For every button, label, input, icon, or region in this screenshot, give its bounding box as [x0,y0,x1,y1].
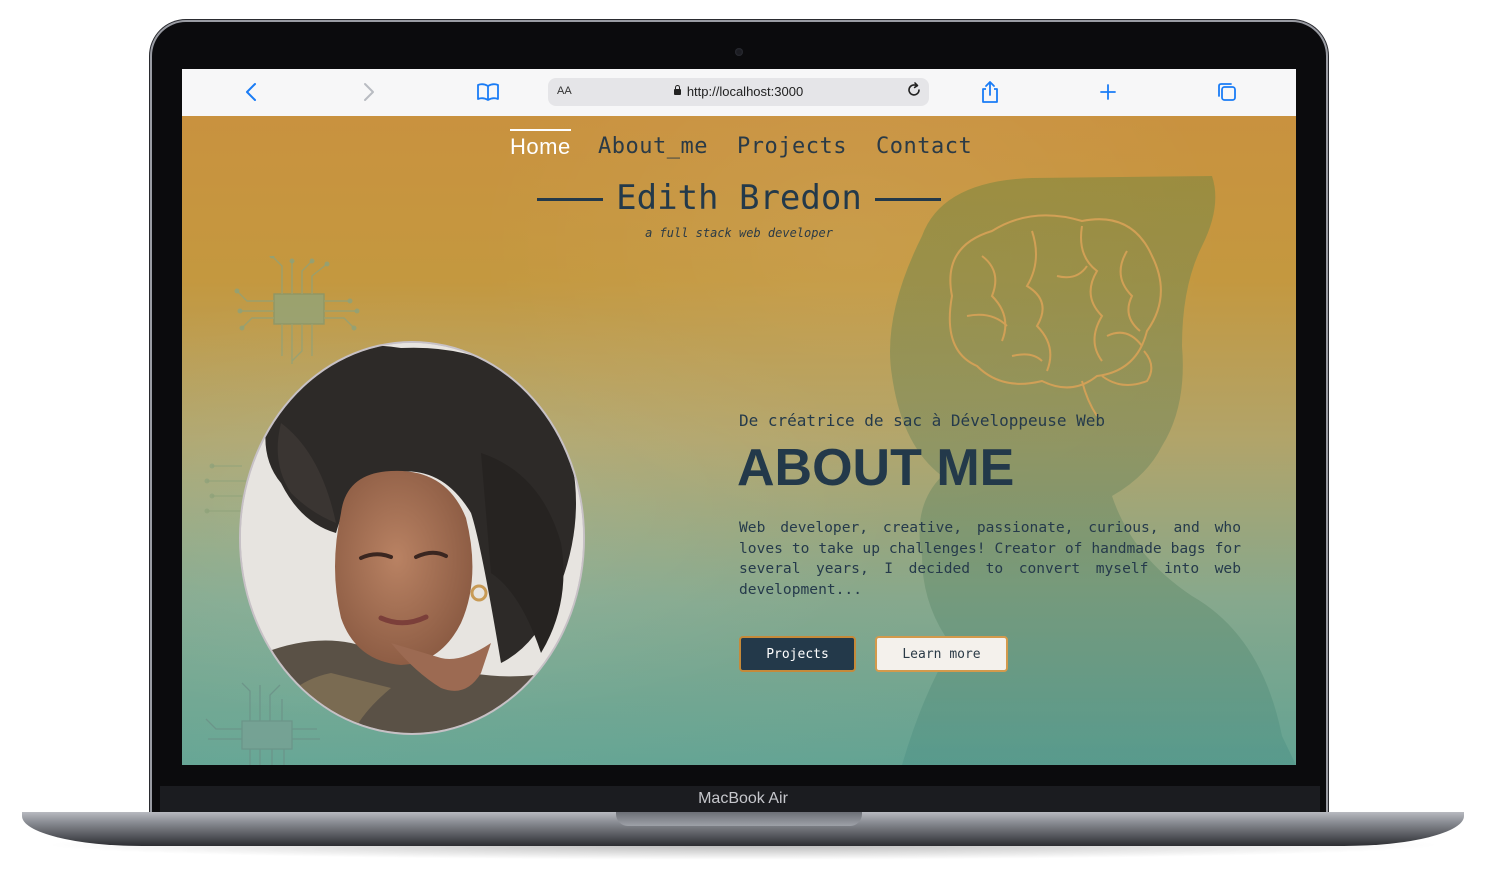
url-text: http://localhost:3000 [686,84,804,99]
reload-button[interactable] [905,81,923,104]
book-icon [477,83,499,101]
projects-button[interactable]: Projects [739,636,856,672]
site-title: Edith Bredon [537,178,941,218]
lock-icon [673,85,681,95]
laptop-mockup: AA http://localhost:3000 Home About_me P… [0,0,1486,869]
laptop-hinge-notch [616,812,862,826]
tabs-icon [1218,83,1236,101]
forward-button[interactable] [356,79,382,105]
nav-projects[interactable]: Projects [737,134,847,159]
new-tab-button[interactable] [1095,79,1121,105]
chevron-left-icon [246,83,256,101]
developer-subtitle: a full stack web developer [645,226,833,240]
address-bar[interactable]: AA http://localhost:3000 [548,78,929,106]
share-button[interactable] [977,79,1003,105]
plus-icon [1100,84,1116,100]
chevron-right-icon [364,83,374,101]
learn-more-button[interactable]: Learn more [875,636,1008,672]
circuit-chip-icon [234,256,360,364]
nav-home[interactable]: Home [510,129,571,160]
laptop-model-label: MacBook Air [698,790,788,807]
share-icon [982,81,998,103]
hero-tagline: De créatrice de sac à Développeuse Web [739,411,1106,430]
nav-about-me[interactable]: About_me [598,134,708,159]
tabs-overview-button[interactable] [1214,79,1240,105]
bookmarks-button[interactable] [475,79,501,105]
profile-photo [239,341,585,735]
portfolio-page: Home About_me Projects Contact Edith Bre… [182,116,1296,765]
title-divider-right [875,198,941,201]
about-description: Web developer, creative, passionate, cur… [739,519,1241,598]
circuit-chip-bottom-icon [205,682,320,765]
browser-screen: AA http://localhost:3000 Home About_me P… [182,69,1296,765]
main-nav: Home About_me Projects Contact [182,129,1296,174]
url-display[interactable]: http://localhost:3000 [548,84,929,99]
portrait-illustration [241,343,583,733]
browser-toolbar: AA http://localhost:3000 [182,69,1296,117]
back-button[interactable] [238,79,264,105]
about-heading: ABOUT ME [737,439,1015,497]
reload-icon [908,82,920,96]
nav-contact[interactable]: Contact [876,134,972,159]
camera-icon [735,48,743,56]
